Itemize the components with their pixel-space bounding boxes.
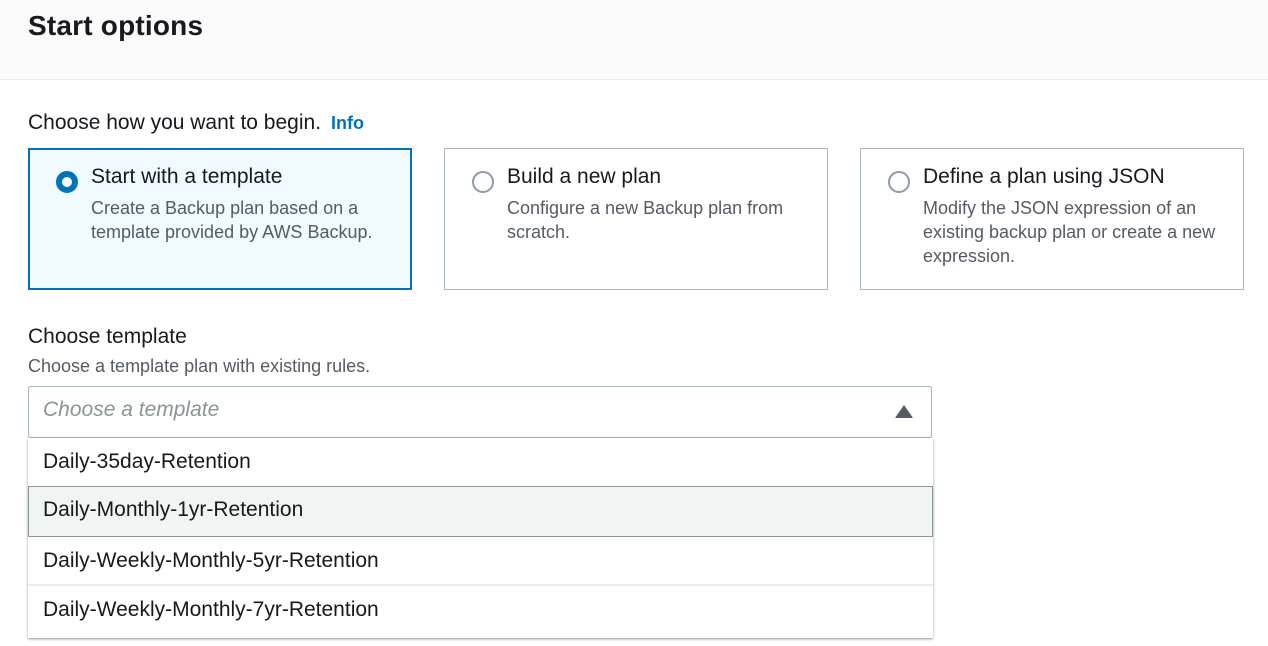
tile-description: Create a Backup plan based on a template… — [91, 198, 373, 242]
template-field-label: Choose template — [28, 325, 187, 348]
template-select[interactable]: Choose a template — [28, 386, 932, 438]
dropdown-option[interactable]: Daily-35day-Retention — [28, 438, 933, 486]
dropdown-option-highlighted[interactable]: Daily-Monthly-1yr-Retention — [28, 486, 933, 537]
tile-description: Modify the JSON expression of an existin… — [923, 198, 1216, 266]
radio-unselected-icon[interactable] — [472, 171, 494, 193]
radio-selected-icon[interactable] — [56, 171, 78, 193]
tile-define-json[interactable]: Define a plan using JSON Modify the JSON… — [860, 148, 1244, 290]
template-dropdown-list: Daily-35day-Retention Daily-Monthly-1yr-… — [28, 438, 933, 638]
page-title: Start options — [28, 10, 204, 41]
start-prompt: Choose how you want to begin. Info — [28, 111, 364, 135]
info-link[interactable]: Info — [331, 113, 364, 133]
page-header: Start options — [0, 0, 1268, 80]
start-prompt-label: Choose how you want to begin. — [28, 111, 322, 134]
tile-build-new-plan[interactable]: Build a new plan Configure a new Backup … — [444, 148, 828, 290]
caret-up-icon[interactable] — [895, 405, 913, 418]
template-select-placeholder: Choose a template — [43, 398, 220, 421]
dropdown-option[interactable]: Daily-Weekly-Monthly-5yr-Retention — [28, 537, 933, 585]
tile-title: Start with a template — [91, 165, 283, 188]
radio-unselected-icon[interactable] — [888, 171, 910, 193]
template-field-description: Choose a template plan with existing rul… — [28, 356, 371, 376]
tile-title: Build a new plan — [507, 165, 662, 188]
dropdown-option[interactable]: Daily-Weekly-Monthly-7yr-Retention — [28, 586, 933, 634]
tile-description: Configure a new Backup plan from scratch… — [507, 198, 784, 242]
tile-title: Define a plan using JSON — [923, 165, 1165, 188]
tile-start-with-template[interactable]: Start with a template Create a Backup pl… — [28, 148, 412, 290]
